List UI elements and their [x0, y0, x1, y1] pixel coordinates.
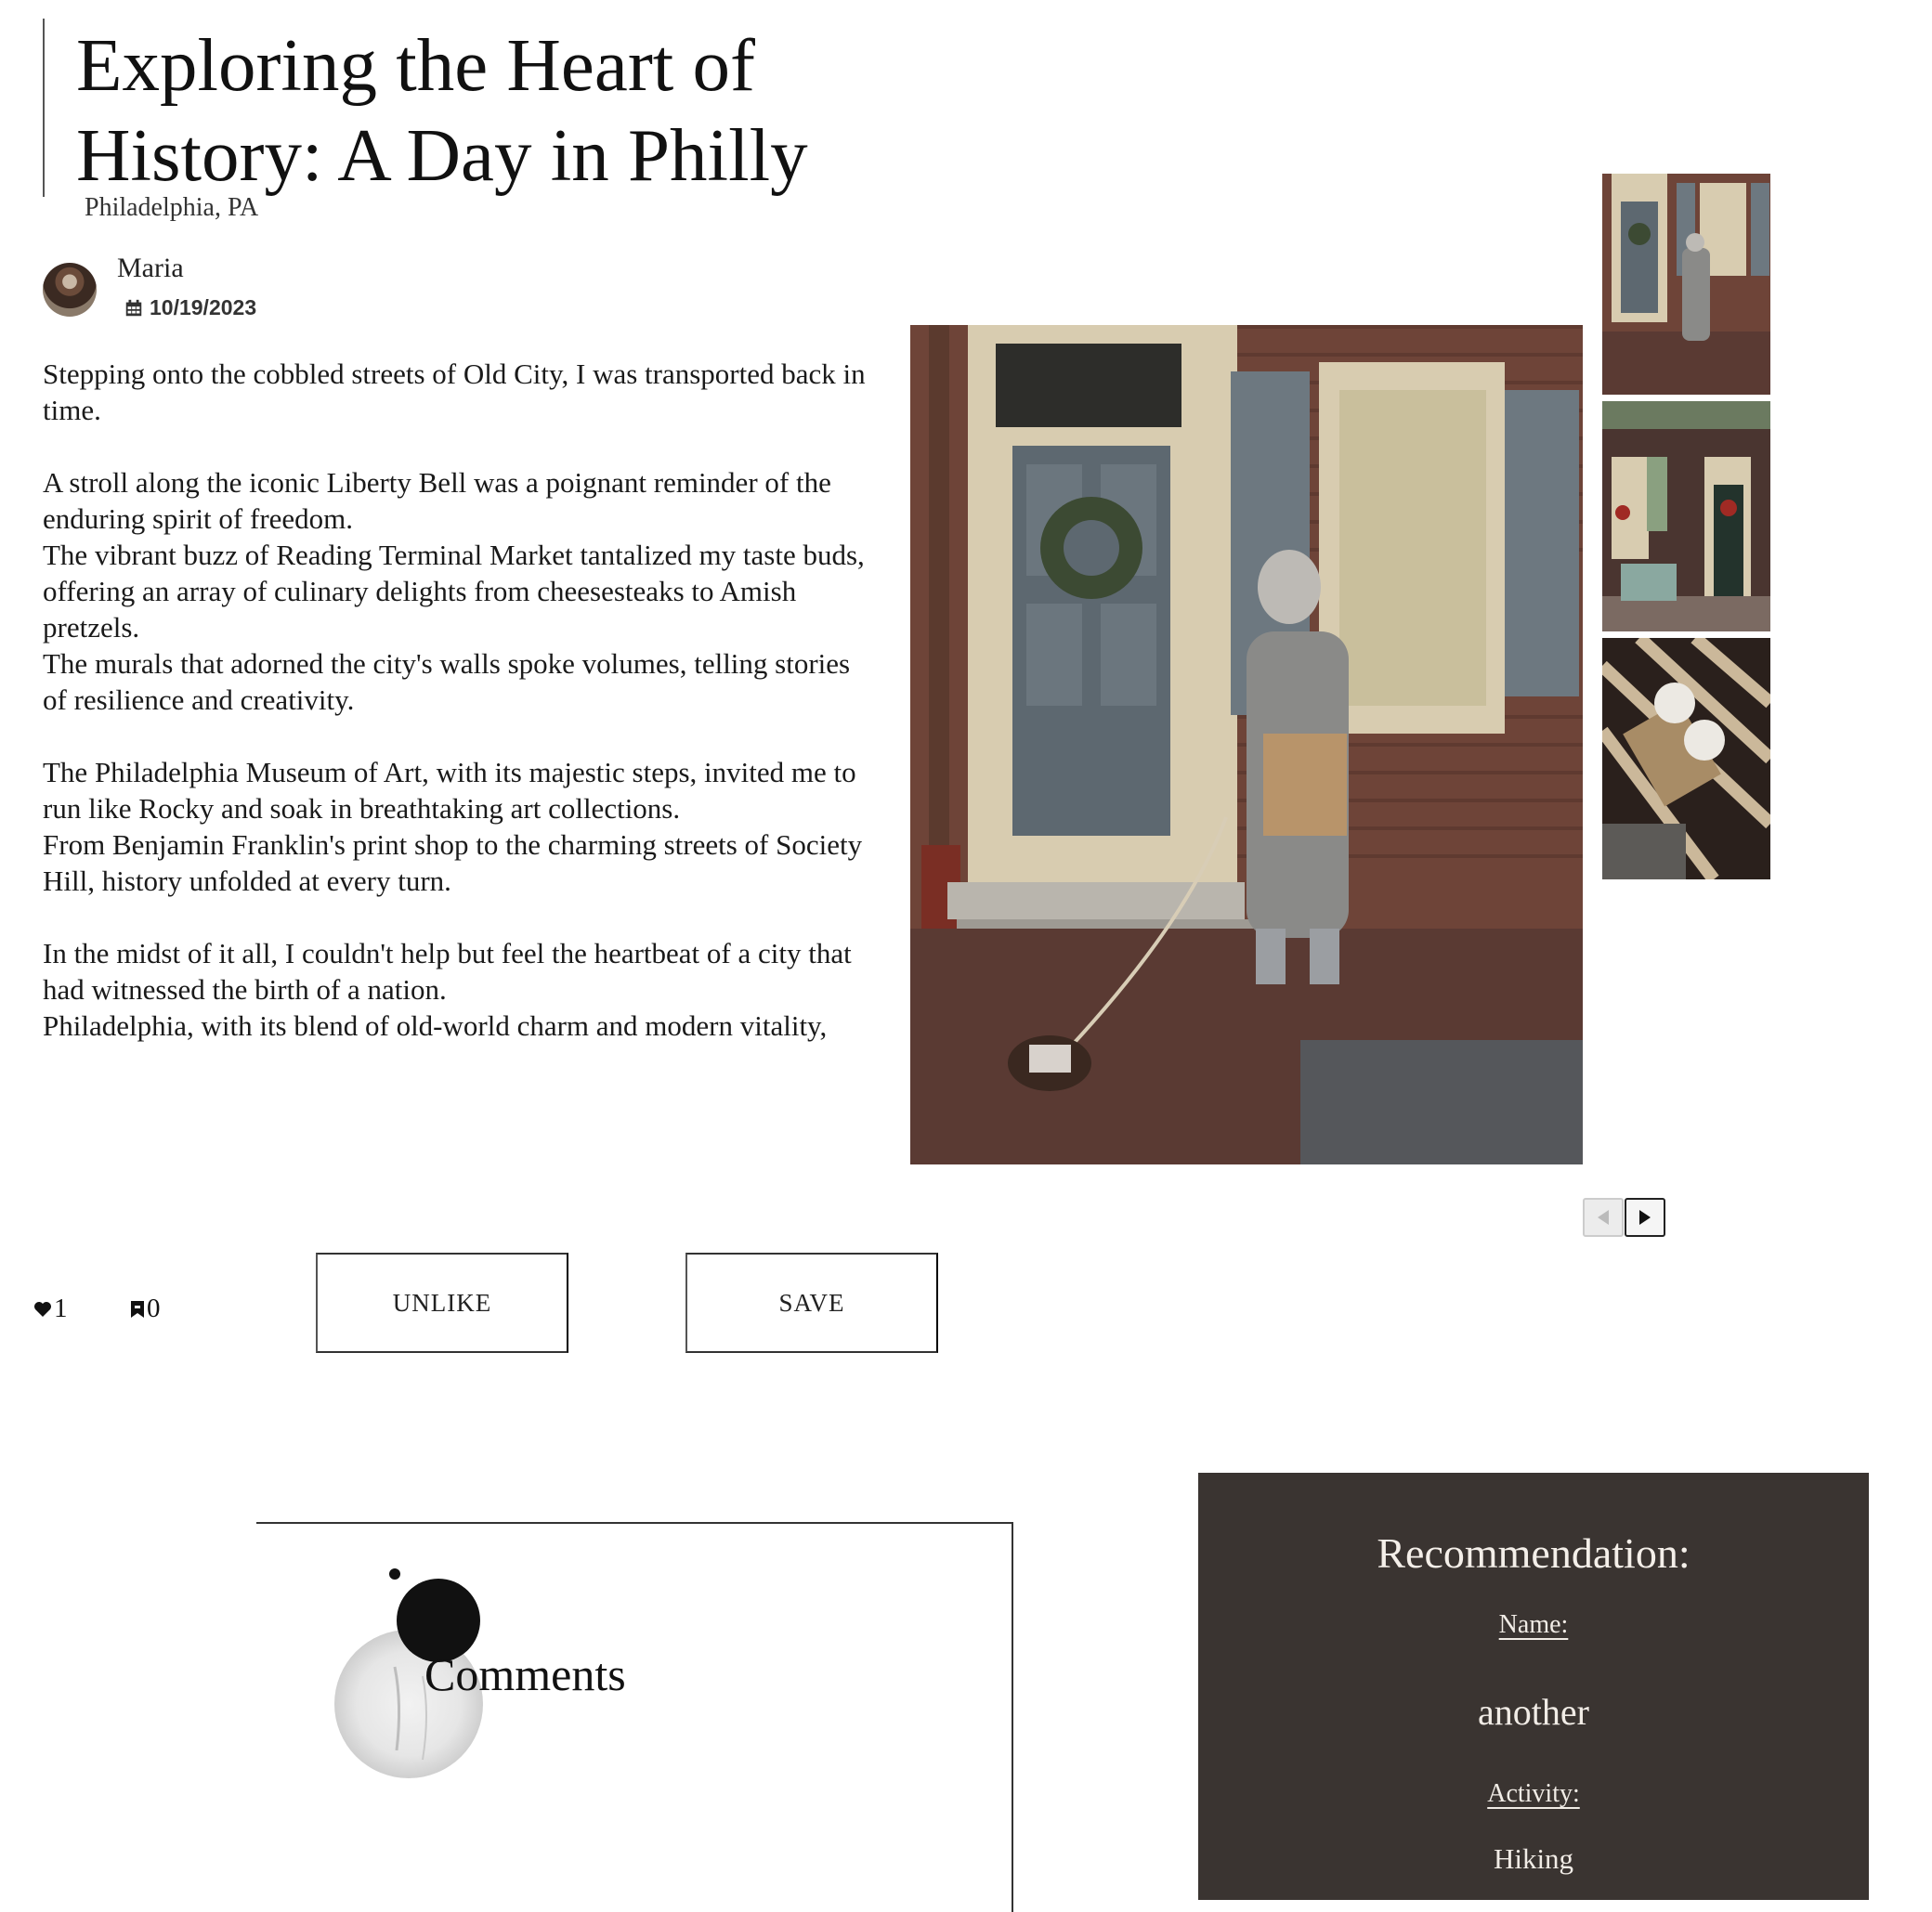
recommendation-name-label: Name:: [1198, 1610, 1869, 1640]
recommendation-activity-label-text: Activity:: [1487, 1779, 1580, 1808]
heart-icon: [34, 1301, 51, 1317]
recommendation-activity-label: Activity:: [1198, 1779, 1869, 1809]
post-paragraph: A stroll along the iconic Liberty Bell w…: [43, 466, 831, 535]
title-divider: [43, 19, 45, 197]
main-photo[interactable]: [910, 325, 1583, 1164]
recommendation-name-value: another: [1478, 1691, 1589, 1733]
like-count-value: 1: [54, 1294, 68, 1323]
post-paragraph: Stepping onto the cobbled streets of Old…: [43, 358, 866, 426]
post-body: Stepping onto the cobbled streets of Old…: [43, 356, 879, 1044]
post-paragraph: Philadelphia, with its blend of old-worl…: [43, 1009, 828, 1042]
comments-title: Comments: [424, 1648, 626, 1700]
recommendation-panel: Recommendation: Name: another Activity: …: [1198, 1473, 1869, 1900]
post-paragraph: From Benjamin Franklin's print shop to t…: [43, 828, 863, 897]
thumbnail-1[interactable]: [1602, 174, 1770, 395]
arrow-right-icon: [1639, 1210, 1651, 1225]
calendar-icon: [125, 299, 142, 316]
like-count: 1: [33, 1294, 68, 1324]
thumbnail-2[interactable]: [1602, 401, 1770, 631]
post-date-text: 10/19/2023: [150, 295, 257, 319]
post-paragraph: The vibrant buzz of Reading Terminal Mar…: [43, 539, 865, 571]
save-count-value: 0: [147, 1294, 161, 1323]
author-name[interactable]: Maria: [117, 253, 184, 284]
recommendation-heading: Recommendation:: [1377, 1529, 1690, 1577]
save-count: 0: [130, 1294, 161, 1324]
post-paragraph: In the midst of it all, I couldn't help …: [43, 937, 852, 1006]
carousel-next-button[interactable]: [1625, 1198, 1665, 1237]
post-date: 10/19/2023: [124, 295, 256, 320]
save-button[interactable]: SAVE: [685, 1253, 938, 1353]
unlike-button[interactable]: UNLIKE: [316, 1253, 568, 1353]
recommendation-activity-value: Hiking: [1493, 1842, 1574, 1875]
bookmark-icon: [131, 1300, 144, 1318]
author-avatar[interactable]: [43, 263, 97, 317]
post-paragraph: The Philadelphia Museum of Art, with its…: [43, 756, 856, 825]
post-location: Philadelphia, PA: [85, 193, 259, 222]
thumbnail-3[interactable]: [1602, 638, 1770, 879]
post-title: Exploring the Heart of History: A Day in…: [76, 23, 808, 197]
post-paragraph: The murals that adorned the city's walls…: [43, 647, 851, 716]
carousel-prev-button[interactable]: [1583, 1198, 1624, 1237]
post-paragraph: offering an array of culinary delights f…: [43, 575, 797, 644]
arrow-left-icon: [1598, 1210, 1609, 1225]
recommendation-name-label-text: Name:: [1498, 1610, 1569, 1639]
